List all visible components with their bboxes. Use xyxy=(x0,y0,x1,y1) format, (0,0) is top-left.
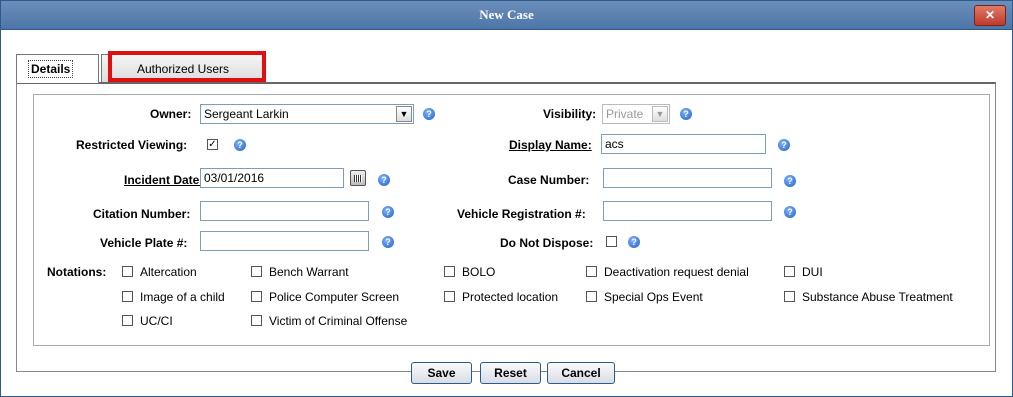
notation-checkbox[interactable] xyxy=(122,291,133,302)
help-icon[interactable]: ? xyxy=(382,236,394,248)
owner-label: Owner: xyxy=(150,107,192,121)
notation-label: DUI xyxy=(802,265,823,279)
help-icon[interactable]: ? xyxy=(778,139,790,151)
help-icon[interactable]: ? xyxy=(378,174,390,186)
notation-label: Image of a child xyxy=(140,290,225,304)
restricted-viewing-checkbox[interactable]: ✓ xyxy=(207,139,218,150)
close-icon[interactable]: ✕ xyxy=(974,5,1006,26)
incident-date-input[interactable]: 03/01/2016 xyxy=(200,168,344,188)
display-name-input[interactable]: acs xyxy=(601,134,766,154)
notation-checkbox[interactable] xyxy=(251,315,262,326)
title-bar[interactable]: New Case ✕ xyxy=(1,1,1012,30)
dialog-title: New Case xyxy=(479,7,534,22)
notation-checkbox[interactable] xyxy=(784,266,795,277)
vehicle-registration-input[interactable] xyxy=(603,201,772,221)
notation-checkbox[interactable] xyxy=(122,315,133,326)
help-icon[interactable]: ? xyxy=(784,175,796,187)
citation-number-label: Citation Number: xyxy=(93,207,191,221)
restricted-viewing-label: Restricted Viewing: xyxy=(76,138,188,152)
help-icon[interactable]: ? xyxy=(680,108,692,120)
notation-label: BOLO xyxy=(462,265,496,279)
notation-checkbox[interactable] xyxy=(586,266,597,277)
notation-label: Special Ops Event xyxy=(604,290,703,304)
notations-label: Notations: xyxy=(47,265,107,279)
notation-label: Police Computer Screen xyxy=(269,290,400,304)
reset-button[interactable]: Reset xyxy=(480,362,541,384)
notation-checkbox[interactable] xyxy=(586,291,597,302)
visibility-value: Private xyxy=(606,107,644,121)
help-icon[interactable]: ? xyxy=(423,108,435,120)
chevron-down-icon[interactable]: ▼ xyxy=(396,106,412,122)
notation-checkbox[interactable] xyxy=(444,266,455,277)
notation-label: Substance Abuse Treatment xyxy=(802,290,953,304)
save-button[interactable]: Save xyxy=(411,362,472,384)
incident-date-label: Incident Date: xyxy=(124,173,204,187)
help-icon[interactable]: ? xyxy=(382,206,394,218)
notation-label: Bench Warrant xyxy=(269,265,349,279)
cancel-button[interactable]: Cancel xyxy=(547,362,615,384)
do-not-dispose-label: Do Not Dispose: xyxy=(500,236,594,250)
citation-number-input[interactable] xyxy=(200,201,369,221)
help-icon[interactable]: ? xyxy=(234,139,246,151)
vehicle-plate-label: Vehicle Plate #: xyxy=(100,236,188,250)
tab-details[interactable]: Details xyxy=(16,54,99,83)
owner-value: Sergeant Larkin xyxy=(204,107,289,121)
notation-checkbox[interactable] xyxy=(251,291,262,302)
notation-label: Altercation xyxy=(140,265,197,279)
notation-checkbox[interactable] xyxy=(251,266,262,277)
notation-label: Deactivation request denial xyxy=(604,265,749,279)
vehicle-plate-input[interactable] xyxy=(200,231,369,251)
notation-checkbox[interactable] xyxy=(122,266,133,277)
calendar-icon[interactable] xyxy=(350,170,366,186)
notation-label: Protected location xyxy=(462,290,559,304)
notation-label: Victim of Criminal Offense xyxy=(269,314,408,328)
tab-details-label: Details xyxy=(28,60,74,78)
highlight-box xyxy=(108,51,266,82)
case-number-label: Case Number: xyxy=(508,173,590,187)
help-icon[interactable]: ? xyxy=(784,206,796,218)
help-icon[interactable]: ? xyxy=(628,236,640,248)
case-number-input[interactable] xyxy=(603,168,772,188)
notation-checkbox[interactable] xyxy=(444,291,455,302)
chevron-down-icon: ▼ xyxy=(652,106,668,122)
notation-checkbox[interactable] xyxy=(784,291,795,302)
do-not-dispose-checkbox[interactable] xyxy=(606,236,617,247)
notation-label: UC/CI xyxy=(140,314,173,328)
visibility-label: Visibility: xyxy=(543,107,597,121)
display-name-label: Display Name: xyxy=(509,138,592,152)
visibility-select: Private ▼ xyxy=(602,104,670,124)
vehicle-registration-label: Vehicle Registration #: xyxy=(457,207,586,221)
owner-select[interactable]: Sergeant Larkin ▼ xyxy=(200,104,414,124)
